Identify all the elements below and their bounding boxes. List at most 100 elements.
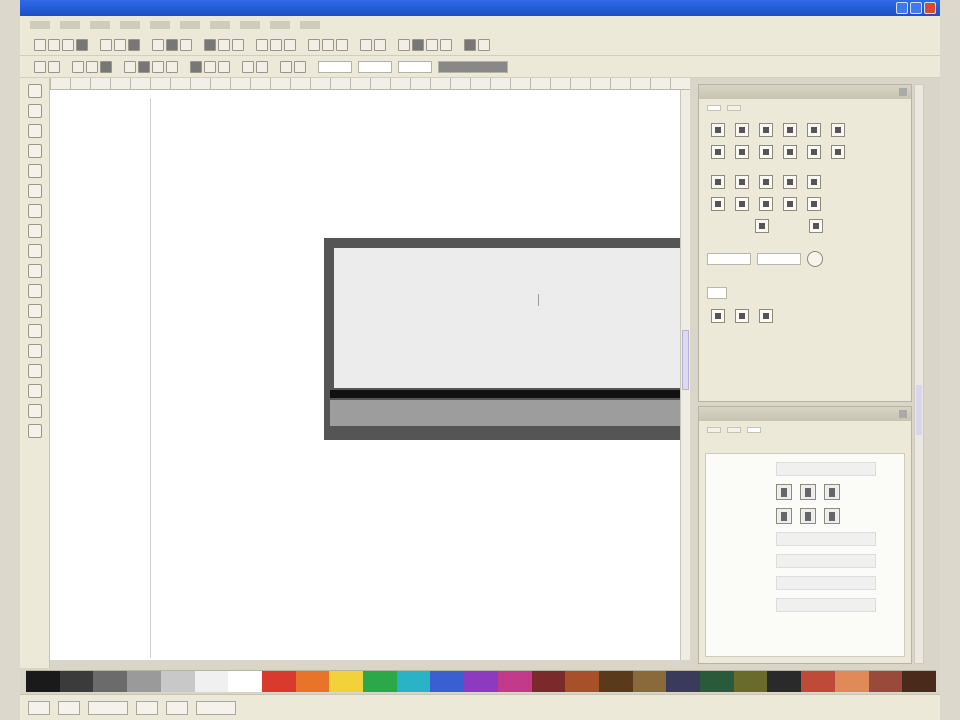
- align-text-center-icon[interactable]: [800, 508, 816, 524]
- gradient-icon[interactable]: [27, 304, 42, 318]
- vertical-gap-field[interactable]: [757, 253, 801, 265]
- align-top-edge-icon[interactable]: [711, 145, 725, 159]
- distribute-left-icon[interactable]: [711, 175, 725, 189]
- color-swatch[interactable]: [666, 671, 701, 692]
- banner-fill[interactable]: [334, 248, 680, 388]
- font-size-field[interactable]: [776, 532, 876, 546]
- command-button[interactable]: [62, 38, 74, 51]
- eraser-icon[interactable]: [27, 424, 42, 438]
- align-text-baseline-icon[interactable]: [807, 145, 821, 159]
- command-button[interactable]: [114, 38, 126, 51]
- pen-icon[interactable]: [27, 244, 42, 258]
- align-text-left-icon[interactable]: [776, 508, 792, 524]
- command-button[interactable]: [76, 38, 88, 51]
- y-field[interactable]: [358, 60, 392, 73]
- arrange-connectors-icon[interactable]: [711, 309, 725, 323]
- align-bottom-edge-icon[interactable]: [783, 145, 797, 159]
- minimize-button[interactable]: [896, 2, 908, 14]
- control-button[interactable]: [204, 60, 216, 73]
- connector-spacing-field[interactable]: [707, 287, 727, 299]
- tab-font[interactable]: [707, 427, 721, 433]
- close-icon[interactable]: [899, 410, 907, 418]
- command-button[interactable]: [284, 38, 296, 51]
- command-button[interactable]: [398, 38, 410, 51]
- tab-layout[interactable]: [747, 427, 761, 433]
- color-swatch[interactable]: [363, 671, 397, 692]
- command-button[interactable]: [166, 38, 178, 51]
- canvas-vertical-scrollbar[interactable]: [680, 90, 690, 660]
- command-button[interactable]: [204, 38, 216, 51]
- layer-visibility-icon[interactable]: [136, 700, 158, 715]
- command-button[interactable]: [374, 38, 386, 51]
- style-bold-icon[interactable]: [824, 484, 840, 500]
- zoom-icon[interactable]: [27, 124, 42, 138]
- command-button[interactable]: [360, 38, 372, 51]
- text-icon[interactable]: [27, 284, 42, 298]
- dock-scroll-thumb[interactable]: [916, 385, 922, 435]
- style-normal-icon[interactable]: [776, 484, 792, 500]
- command-button[interactable]: [270, 38, 282, 51]
- w-field[interactable]: [398, 60, 432, 73]
- circle-icon[interactable]: [27, 164, 42, 178]
- command-button[interactable]: [100, 38, 112, 51]
- remove-overlaps-icon[interactable]: [807, 251, 823, 267]
- randomize-icon[interactable]: [755, 219, 769, 233]
- control-button[interactable]: [294, 60, 306, 73]
- command-button[interactable]: [426, 38, 438, 51]
- title-bar[interactable]: [20, 0, 940, 16]
- align-bottom-icon[interactable]: [759, 145, 773, 159]
- dock-scrollbar[interactable]: [914, 84, 924, 664]
- menu-item[interactable]: [210, 21, 230, 29]
- calligraphy-icon[interactable]: [27, 264, 42, 278]
- maximize-button[interactable]: [910, 2, 922, 14]
- color-swatch[interactable]: [565, 671, 599, 692]
- layer-selector[interactable]: [196, 700, 236, 715]
- tab-text[interactable]: [727, 427, 741, 433]
- command-button[interactable]: [308, 38, 320, 51]
- color-swatch[interactable]: [127, 671, 161, 692]
- align-center-vertical-icon[interactable]: [735, 123, 749, 137]
- color-swatch[interactable]: [767, 671, 802, 692]
- color-swatch[interactable]: [430, 671, 465, 692]
- command-button[interactable]: [152, 38, 164, 51]
- banner-black-bar[interactable]: [330, 390, 680, 398]
- x-field[interactable]: [318, 60, 352, 73]
- control-button[interactable]: [152, 60, 164, 73]
- text-panel-titlebar[interactable]: [699, 407, 911, 421]
- pencil-icon[interactable]: [27, 224, 42, 238]
- distribute-center-icon[interactable]: [735, 175, 749, 189]
- distribute-middle-icon[interactable]: [735, 197, 749, 211]
- menu-item[interactable]: [180, 21, 200, 29]
- color-swatch[interactable]: [464, 671, 498, 692]
- control-button[interactable]: [280, 60, 292, 73]
- menu-item[interactable]: [30, 21, 50, 29]
- control-button[interactable]: [166, 60, 178, 73]
- menu-item[interactable]: [120, 21, 140, 29]
- distribute-vgaps-icon[interactable]: [783, 197, 797, 211]
- align-right-edge-icon[interactable]: [783, 123, 797, 137]
- control-button[interactable]: [242, 60, 254, 73]
- command-button[interactable]: [34, 38, 46, 51]
- layer-lock-icon[interactable]: [166, 700, 188, 715]
- selector-icon[interactable]: [27, 84, 42, 98]
- color-swatch[interactable]: [801, 671, 835, 692]
- arrange-tree-icon[interactable]: [735, 309, 749, 323]
- tab-arrange[interactable]: [727, 105, 741, 111]
- close-button[interactable]: [924, 2, 936, 14]
- control-button[interactable]: [100, 60, 112, 73]
- control-button[interactable]: [190, 60, 202, 73]
- color-swatch[interactable]: [868, 671, 903, 692]
- align-text-right-icon[interactable]: [824, 508, 840, 524]
- paint-bucket-icon[interactable]: [27, 364, 42, 378]
- command-button[interactable]: [478, 38, 490, 51]
- horizontal-gap-field[interactable]: [707, 253, 751, 265]
- align-baseline-icon[interactable]: [807, 123, 821, 137]
- command-button[interactable]: [322, 38, 334, 51]
- color-swatch[interactable]: [26, 671, 60, 692]
- control-button[interactable]: [138, 60, 150, 73]
- align-right-icon[interactable]: [759, 123, 773, 137]
- distribute-top-icon[interactable]: [711, 197, 725, 211]
- distribute-baseline-icon[interactable]: [807, 175, 821, 189]
- color-swatch[interactable]: [497, 671, 532, 692]
- command-button[interactable]: [464, 38, 476, 51]
